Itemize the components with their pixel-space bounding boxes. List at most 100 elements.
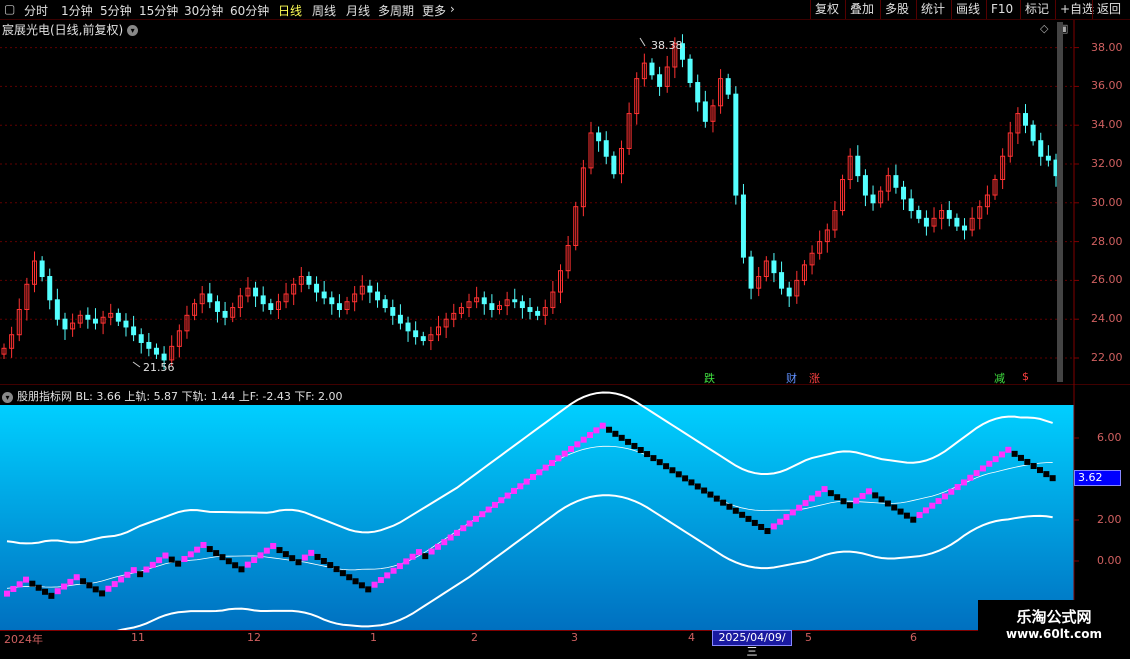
candle-body	[420, 336, 426, 342]
candle-body	[702, 101, 708, 122]
candle-body	[687, 58, 693, 84]
candle-body	[962, 225, 968, 231]
step-block	[650, 455, 657, 462]
watermark-url: www.60lt.com	[1005, 627, 1103, 641]
candle-body	[138, 334, 144, 343]
step-block	[853, 497, 860, 504]
step-block	[612, 430, 619, 437]
step-block	[308, 549, 315, 556]
step-block	[346, 574, 353, 581]
step-block	[948, 488, 955, 495]
step-block	[517, 483, 524, 490]
event-marker-rise[interactable]: 涨	[809, 370, 820, 386]
candle-body	[1023, 113, 1029, 126]
candle-body	[397, 314, 403, 324]
step-block	[358, 582, 365, 589]
step-block	[1049, 475, 1056, 482]
step-block	[105, 585, 112, 592]
step-block	[1011, 450, 1018, 457]
step-block	[384, 572, 391, 579]
step-block	[276, 547, 283, 554]
step-block	[4, 590, 10, 597]
step-block	[1043, 471, 1050, 478]
event-marker-fall[interactable]: 跌	[704, 370, 715, 386]
step-block	[1030, 463, 1037, 470]
step-block	[726, 503, 733, 510]
step-block	[555, 455, 562, 462]
step-block	[403, 558, 410, 565]
step-block	[130, 567, 137, 574]
candle-body	[62, 318, 68, 330]
step-block	[669, 467, 676, 474]
candle-body	[596, 132, 602, 142]
step-block	[751, 519, 758, 526]
step-block	[206, 546, 213, 553]
watermark: 乐淘公式网 www.60lt.com	[978, 600, 1130, 650]
step-block	[99, 590, 106, 597]
step-block	[491, 501, 498, 508]
step-block	[580, 436, 587, 443]
step-block	[739, 511, 746, 518]
candle-body	[481, 297, 487, 305]
step-block	[574, 441, 581, 448]
step-block	[289, 555, 296, 562]
step-block	[834, 494, 841, 501]
step-block	[16, 581, 23, 588]
step-block	[327, 562, 334, 569]
candle-body	[893, 175, 899, 188]
event-marker-dollar[interactable]: $	[1022, 370, 1029, 383]
step-block	[682, 475, 689, 482]
step-block	[606, 426, 613, 433]
date-label: 1	[370, 631, 377, 644]
candle-body	[321, 291, 327, 299]
date-label: 3	[571, 631, 578, 644]
price-tick-label: 38.00	[1091, 40, 1123, 54]
indicator-tick-label: 0.00	[1097, 554, 1122, 567]
step-block	[48, 592, 55, 599]
step-block	[865, 488, 872, 495]
step-block	[523, 478, 530, 485]
step-block	[808, 495, 815, 502]
event-marker-finance[interactable]: 财	[786, 370, 797, 386]
step-block	[1005, 446, 1012, 453]
step-block	[35, 584, 42, 591]
step-block	[954, 484, 961, 491]
candle-body	[214, 301, 220, 312]
step-block	[903, 512, 910, 519]
candle-body	[314, 283, 320, 293]
step-block	[764, 528, 771, 535]
step-block	[549, 459, 556, 466]
step-block	[732, 507, 739, 514]
step-block	[802, 500, 809, 507]
step-block	[777, 518, 784, 525]
step-block	[460, 525, 467, 532]
step-block	[111, 581, 118, 588]
step-block	[168, 556, 175, 563]
step-block	[187, 551, 194, 558]
step-block	[783, 514, 790, 521]
price-tick-label: 28.00	[1091, 234, 1123, 248]
step-block	[745, 515, 752, 522]
candle-body	[946, 210, 952, 219]
step-block	[713, 495, 720, 502]
step-block	[587, 432, 594, 439]
step-block	[1036, 467, 1043, 474]
step-block	[428, 548, 435, 555]
candle-body	[161, 353, 167, 361]
candle-body	[603, 140, 609, 157]
candle-body	[1038, 140, 1044, 157]
step-block	[859, 492, 866, 499]
step-block	[910, 516, 917, 523]
event-marker-reduce[interactable]: 减	[994, 370, 1005, 386]
step-block	[707, 491, 714, 498]
candle-body	[382, 299, 388, 309]
step-block	[352, 578, 359, 585]
step-block	[929, 502, 936, 509]
step-block	[54, 588, 61, 595]
step-block	[504, 492, 511, 499]
step-block	[568, 445, 575, 452]
step-block	[472, 515, 479, 522]
candle-body	[92, 318, 98, 324]
candle-body	[748, 256, 754, 289]
step-block	[878, 496, 885, 503]
